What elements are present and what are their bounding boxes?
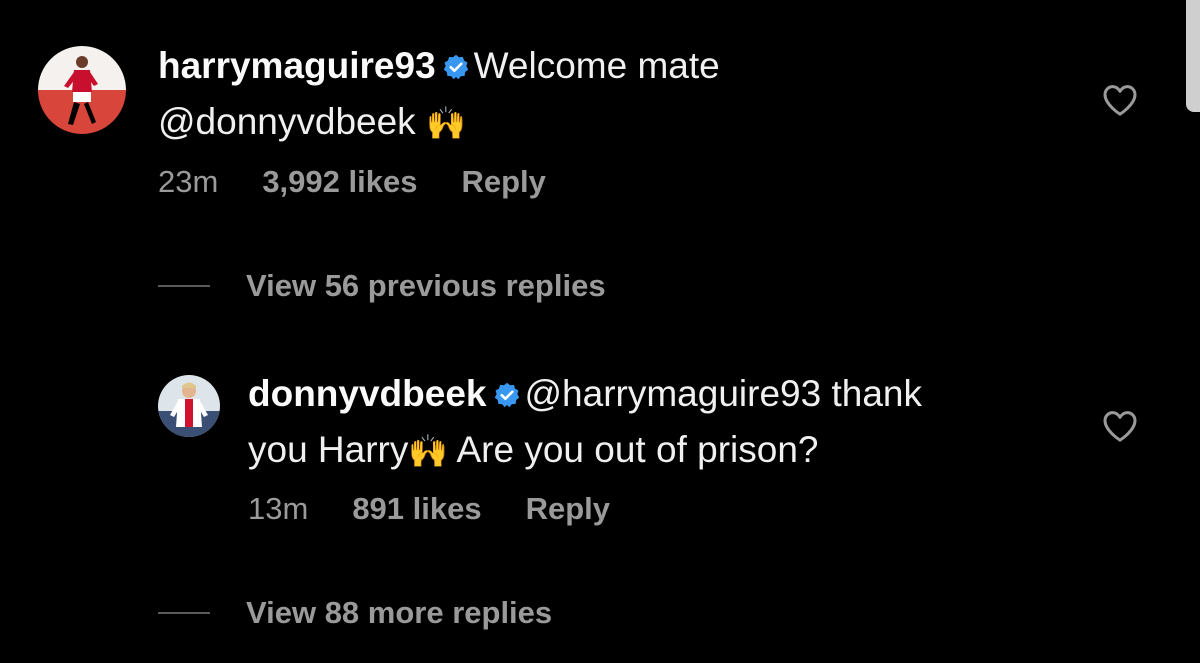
view-previous-replies-label: View 56 previous replies xyxy=(246,268,606,303)
comment-mention[interactable]: @donnyvdbeek xyxy=(158,101,416,142)
scroll-indicator[interactable] xyxy=(1186,0,1200,112)
likes-count[interactable]: 3,992 likes xyxy=(262,164,417,199)
avatar[interactable] xyxy=(38,46,126,134)
view-more-replies-button[interactable]: View 88 more replies xyxy=(158,595,552,631)
raising-hands-emoji: 🙌 xyxy=(425,104,466,142)
divider-line xyxy=(158,612,210,614)
comment-text: @harrymaguire93 thank xyxy=(524,373,922,414)
comment-text-question: Are you out of prison? xyxy=(456,429,819,470)
comment-text: Welcome mate xyxy=(473,45,720,86)
verified-badge-icon xyxy=(494,382,519,408)
divider-line xyxy=(158,285,210,287)
heart-outline-icon[interactable] xyxy=(1100,80,1140,120)
avatar-image xyxy=(158,375,220,437)
reply-button[interactable]: Reply xyxy=(526,491,610,526)
view-previous-replies-button[interactable]: View 56 previous replies xyxy=(158,268,606,304)
reply-button[interactable]: Reply xyxy=(461,164,545,199)
comment-body: harrymaguire93 Welcome mate @donnyvdbeek… xyxy=(158,38,1058,151)
comment-meta: 23m 3,992 likes Reply xyxy=(158,164,590,200)
heart-outline-icon[interactable] xyxy=(1100,406,1140,446)
comment-username[interactable]: harrymaguire93 xyxy=(158,45,436,86)
comment-meta: 13m 891 likes Reply xyxy=(248,491,654,527)
view-more-replies-label: View 88 more replies xyxy=(246,595,553,630)
comment-username[interactable]: donnyvdbeek xyxy=(248,373,487,414)
verified-badge-icon xyxy=(443,54,468,80)
avatar-image xyxy=(38,46,126,134)
comment-timestamp: 13m xyxy=(248,491,309,526)
comment-body: donnyvdbeek @harrymaguire93 thank you Ha… xyxy=(248,366,1078,479)
avatar[interactable] xyxy=(158,375,220,437)
comment-timestamp: 23m xyxy=(158,164,219,199)
raising-hands-emoji: 🙌 xyxy=(408,432,449,470)
comment-text-cont: you Harry xyxy=(248,429,409,470)
likes-count[interactable]: 891 likes xyxy=(352,491,481,526)
